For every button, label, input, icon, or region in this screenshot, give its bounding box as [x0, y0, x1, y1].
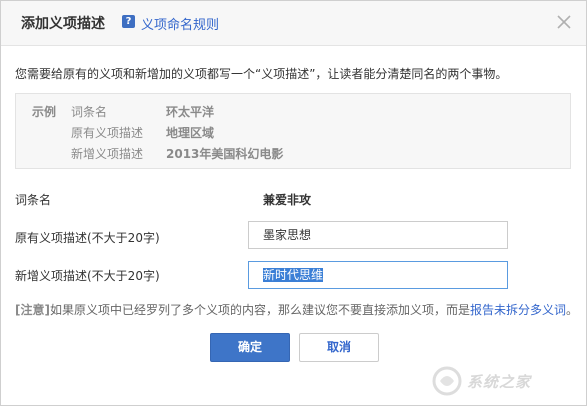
dialog-title: 添加义项描述: [21, 16, 105, 32]
example-value-entry: 环太平洋: [166, 105, 215, 119]
question-icon[interactable]: ?: [122, 15, 135, 28]
cancel-button[interactable]: 取消: [299, 333, 379, 362]
notice-body: 如果原义项中已经罗列了多个义项的内容，那么建议您不要直接添加义项，而是: [49, 303, 470, 317]
new-sense-input[interactable]: 新时代思维: [248, 261, 508, 289]
example-label-original: 原有义项描述: [71, 126, 144, 140]
notice-text: [注意]如果原义项中已经罗列了多个义项的内容，那么建议您不要直接添加义项，而是报…: [15, 301, 578, 318]
entry-name-value: 兼爱非攻: [263, 193, 312, 207]
notice-end: 。: [566, 303, 579, 317]
original-sense-value: 墨家思想: [263, 228, 312, 242]
report-polysemy-link[interactable]: 报告未拆分多义词: [470, 303, 566, 317]
original-sense-label: 原有义项描述(不大于20字): [15, 231, 160, 245]
add-sense-dialog: 添加义项描述 ? 义项命名规则 您需要给原有的义项和新增加的义项都写一个“义项描…: [0, 0, 587, 406]
example-box: 示例 词条名 环太平洋 原有义项描述 地理区域 新增义项描述 2013年美国科幻…: [15, 93, 571, 169]
watermark-logo: 系统之家: [431, 363, 581, 399]
naming-rules-link[interactable]: 义项命名规则: [141, 14, 219, 33]
example-value-new: 2013年美国科幻电影: [166, 147, 284, 161]
watermark-text: 系统之家: [467, 373, 532, 391]
original-sense-input[interactable]: 墨家思想: [248, 221, 508, 249]
dialog-header: 添加义项描述 ? 义项命名规则: [1, 1, 586, 46]
new-sense-label: 新增义项描述(不大于20字): [15, 269, 160, 283]
new-sense-value-selected: 新时代思维: [263, 268, 324, 282]
entry-name-label: 词条名: [15, 193, 52, 207]
example-label-entry: 词条名: [71, 105, 108, 119]
confirm-button[interactable]: 确定: [210, 333, 290, 362]
example-title: 示例: [32, 105, 57, 119]
intro-text: 您需要给原有的义项和新增加的义项都写一个“义项描述”，让读者能分清楚同名的两个事…: [15, 67, 508, 81]
example-label-new: 新增义项描述: [71, 147, 144, 161]
close-icon[interactable]: [556, 14, 572, 30]
notice-tag: [注意]: [15, 303, 50, 317]
watermark-icon: [432, 366, 462, 396]
example-value-original: 地理区域: [166, 126, 215, 140]
